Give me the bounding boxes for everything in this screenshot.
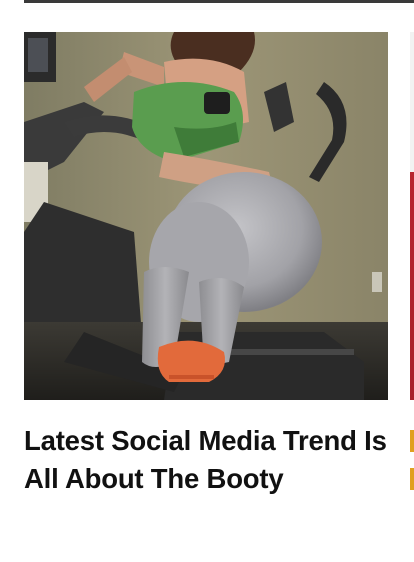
article-headline[interactable]: Latest Social Media Trend Is All About T… bbox=[24, 422, 388, 498]
next-article-card-peek[interactable] bbox=[410, 32, 414, 400]
article-thumbnail-graphic bbox=[24, 32, 388, 400]
next-article-headline-fragment bbox=[410, 468, 414, 490]
next-article-thumbnail[interactable] bbox=[410, 32, 414, 400]
next-article-headline-fragment bbox=[410, 430, 414, 452]
article-card[interactable]: Latest Social Media Trend Is All About T… bbox=[24, 32, 388, 498]
article-thumbnail[interactable] bbox=[24, 32, 388, 400]
section-divider bbox=[24, 0, 414, 3]
page: Latest Social Media Trend Is All About T… bbox=[0, 0, 414, 562]
